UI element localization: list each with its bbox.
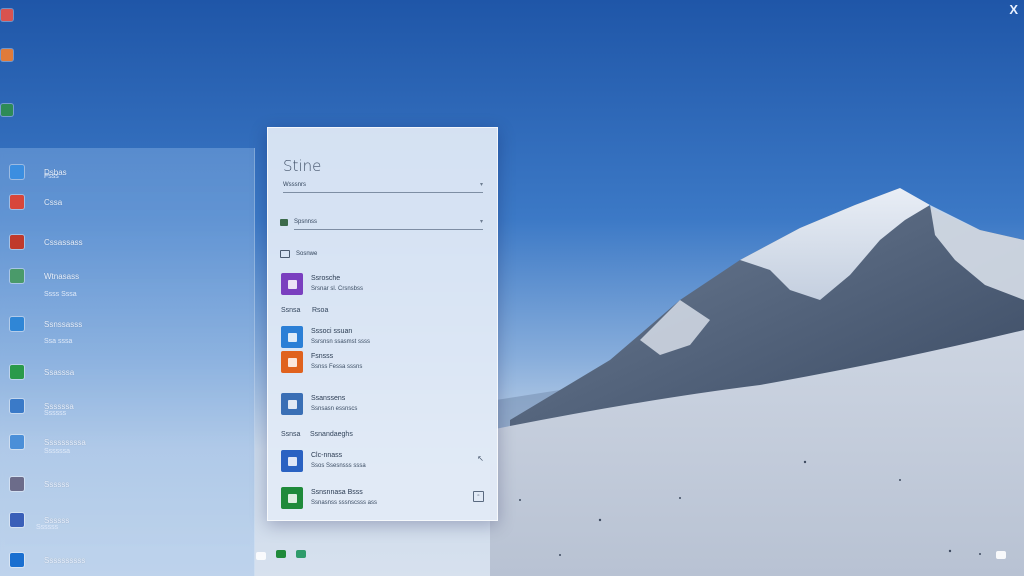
section-right-label: Rsoa bbox=[312, 307, 329, 314]
app-name: Clc-nnass bbox=[311, 452, 343, 459]
taskbar-icon[interactable] bbox=[296, 550, 306, 558]
launcher-item-sub: Ssssss bbox=[44, 410, 67, 417]
maps-icon bbox=[10, 477, 24, 491]
app-sub: Ssos Ssesnsss sssa bbox=[311, 463, 366, 469]
launcher-item-label: Ssssssssss bbox=[44, 555, 86, 565]
launcher-item-label: Wtnasass bbox=[44, 271, 80, 281]
store-app-icon bbox=[281, 450, 303, 472]
launcher-item[interactable]: Ssssssssss bbox=[0, 550, 85, 570]
launcher-item-label: Cssa bbox=[44, 197, 63, 207]
recent-icon bbox=[280, 250, 290, 258]
close-icon[interactable]: X bbox=[1009, 2, 1018, 17]
launcher-item-label: Cssassass bbox=[44, 237, 83, 247]
launcher-item-label: Ssssss bbox=[44, 479, 70, 489]
app-list-item[interactable]: Fsnsss Ssnss Fessa sssns bbox=[281, 351, 486, 377]
app-list-item[interactable]: Ssnsnnasa Bsss Ssnasnss sssnscsss ass ▫ bbox=[281, 487, 486, 513]
sheets-icon bbox=[10, 365, 24, 379]
launcher-item[interactable]: Sssssssssa bbox=[0, 432, 86, 452]
photo-app-icon bbox=[281, 393, 303, 415]
launcher-item[interactable]: Ssssss bbox=[0, 474, 69, 494]
mail-icon bbox=[10, 269, 24, 283]
search-placeholder: Wsssnrs bbox=[283, 182, 306, 188]
start-menu-panel: Stine Wsssnrs ▾ Spsnnss ▾ Sosnwe Ssrosch… bbox=[267, 127, 498, 521]
people-icon bbox=[10, 195, 24, 209]
launcher-item[interactable]: Cssassass bbox=[0, 232, 83, 252]
photos-icon bbox=[10, 399, 24, 413]
tray-icon[interactable] bbox=[996, 551, 1006, 559]
green-app-icon bbox=[281, 487, 303, 509]
launcher-item[interactable]: Cssa bbox=[0, 192, 62, 212]
recent-label: Sosnwe bbox=[296, 251, 318, 257]
launcher-item[interactable]: Ssssss bbox=[0, 510, 69, 530]
note-app-icon bbox=[281, 273, 303, 295]
search-input[interactable]: Wsssnrs ▾ bbox=[283, 182, 483, 193]
app-list-item[interactable]: Clc-nnass Ssos Ssesnsss sssa ↖ bbox=[281, 450, 486, 476]
docs-icon bbox=[10, 317, 24, 331]
launcher-item-sub: Ssa sssa bbox=[44, 338, 73, 345]
launcher-item[interactable]: Wtnasass bbox=[0, 266, 79, 286]
expand-icon[interactable]: ↖ bbox=[477, 454, 484, 463]
desktop-shortcut-icon[interactable] bbox=[1, 104, 13, 116]
app-list-item[interactable]: Ssrosche Srsnar sl. Crsnsbss bbox=[281, 273, 486, 299]
filter-label: Spsnnss bbox=[294, 219, 318, 225]
calendar-icon bbox=[10, 235, 24, 249]
app-sub: Ssnasnss sssnscsss ass bbox=[311, 500, 378, 506]
blue-app-icon bbox=[281, 326, 303, 348]
app-name: Ssrosche bbox=[311, 275, 341, 282]
launcher-item[interactable]: Ssasssa bbox=[0, 362, 74, 382]
pin-icon[interactable]: ▫ bbox=[473, 491, 484, 502]
chevron-down-icon: ▾ bbox=[479, 182, 483, 188]
folder-icon bbox=[10, 165, 24, 179]
app-list-item[interactable]: Ssanssens Ssnsasn essnscs bbox=[281, 393, 486, 419]
orange-app-icon bbox=[281, 351, 303, 373]
settings-icon bbox=[10, 435, 24, 449]
app-sub: Ssrsnsn ssasmst ssss bbox=[311, 339, 371, 345]
desktop-shortcut-icon[interactable] bbox=[1, 9, 13, 21]
filter-dropdown[interactable]: Spsnnss ▾ bbox=[294, 219, 483, 230]
chevron-down-icon: ▾ bbox=[479, 219, 483, 225]
taskbar-icon[interactable] bbox=[276, 550, 286, 558]
filter-icon bbox=[280, 219, 288, 226]
launcher-item-label: Ssasssa bbox=[44, 367, 75, 377]
taskbar-icon[interactable] bbox=[256, 552, 266, 560]
store-icon bbox=[10, 513, 24, 527]
section-right-label: Ssnandaeghs bbox=[310, 431, 353, 438]
launcher-item-sub: Ssss Sssa bbox=[44, 291, 77, 298]
app-name: Sssoci ssuan bbox=[311, 328, 353, 335]
app-name: Ssnsnnasa Bsss bbox=[311, 489, 363, 496]
start-menu-title: Stine bbox=[283, 157, 322, 175]
app-sub: Ssnsasn essnscs bbox=[311, 406, 358, 412]
section-label: Ssnsa bbox=[281, 307, 301, 314]
desktop: X Dsbas Fsss Cssa Cssassass Wtnasass Sss… bbox=[0, 0, 1024, 576]
left-launcher-panel: Dsbas Fsss Cssa Cssassass Wtnasass Ssss … bbox=[0, 148, 255, 576]
app-name: Ssanssens bbox=[311, 395, 346, 402]
launcher-item[interactable]: Ssnssasss bbox=[0, 314, 82, 334]
launcher-item-sub: Fsss bbox=[44, 173, 59, 180]
app-name: Fsnsss bbox=[311, 353, 334, 360]
launcher-item-sub: Ssssssa bbox=[44, 448, 71, 455]
desktop-shortcut-icon[interactable] bbox=[1, 49, 13, 61]
launcher-item-label: Sssssssssa bbox=[44, 437, 86, 447]
section-label: Ssnsa bbox=[281, 431, 301, 438]
app-sub: Srsnar sl. Crsnsbss bbox=[311, 286, 364, 292]
launcher-item-sub: Ssssss bbox=[36, 524, 59, 531]
launcher-item-label: Ssnssasss bbox=[44, 319, 83, 329]
start-icon bbox=[10, 553, 24, 567]
app-sub: Ssnss Fessa sssns bbox=[311, 364, 363, 370]
app-list-item[interactable]: Sssoci ssuan Ssrsnsn ssasmst ssss bbox=[281, 326, 486, 352]
